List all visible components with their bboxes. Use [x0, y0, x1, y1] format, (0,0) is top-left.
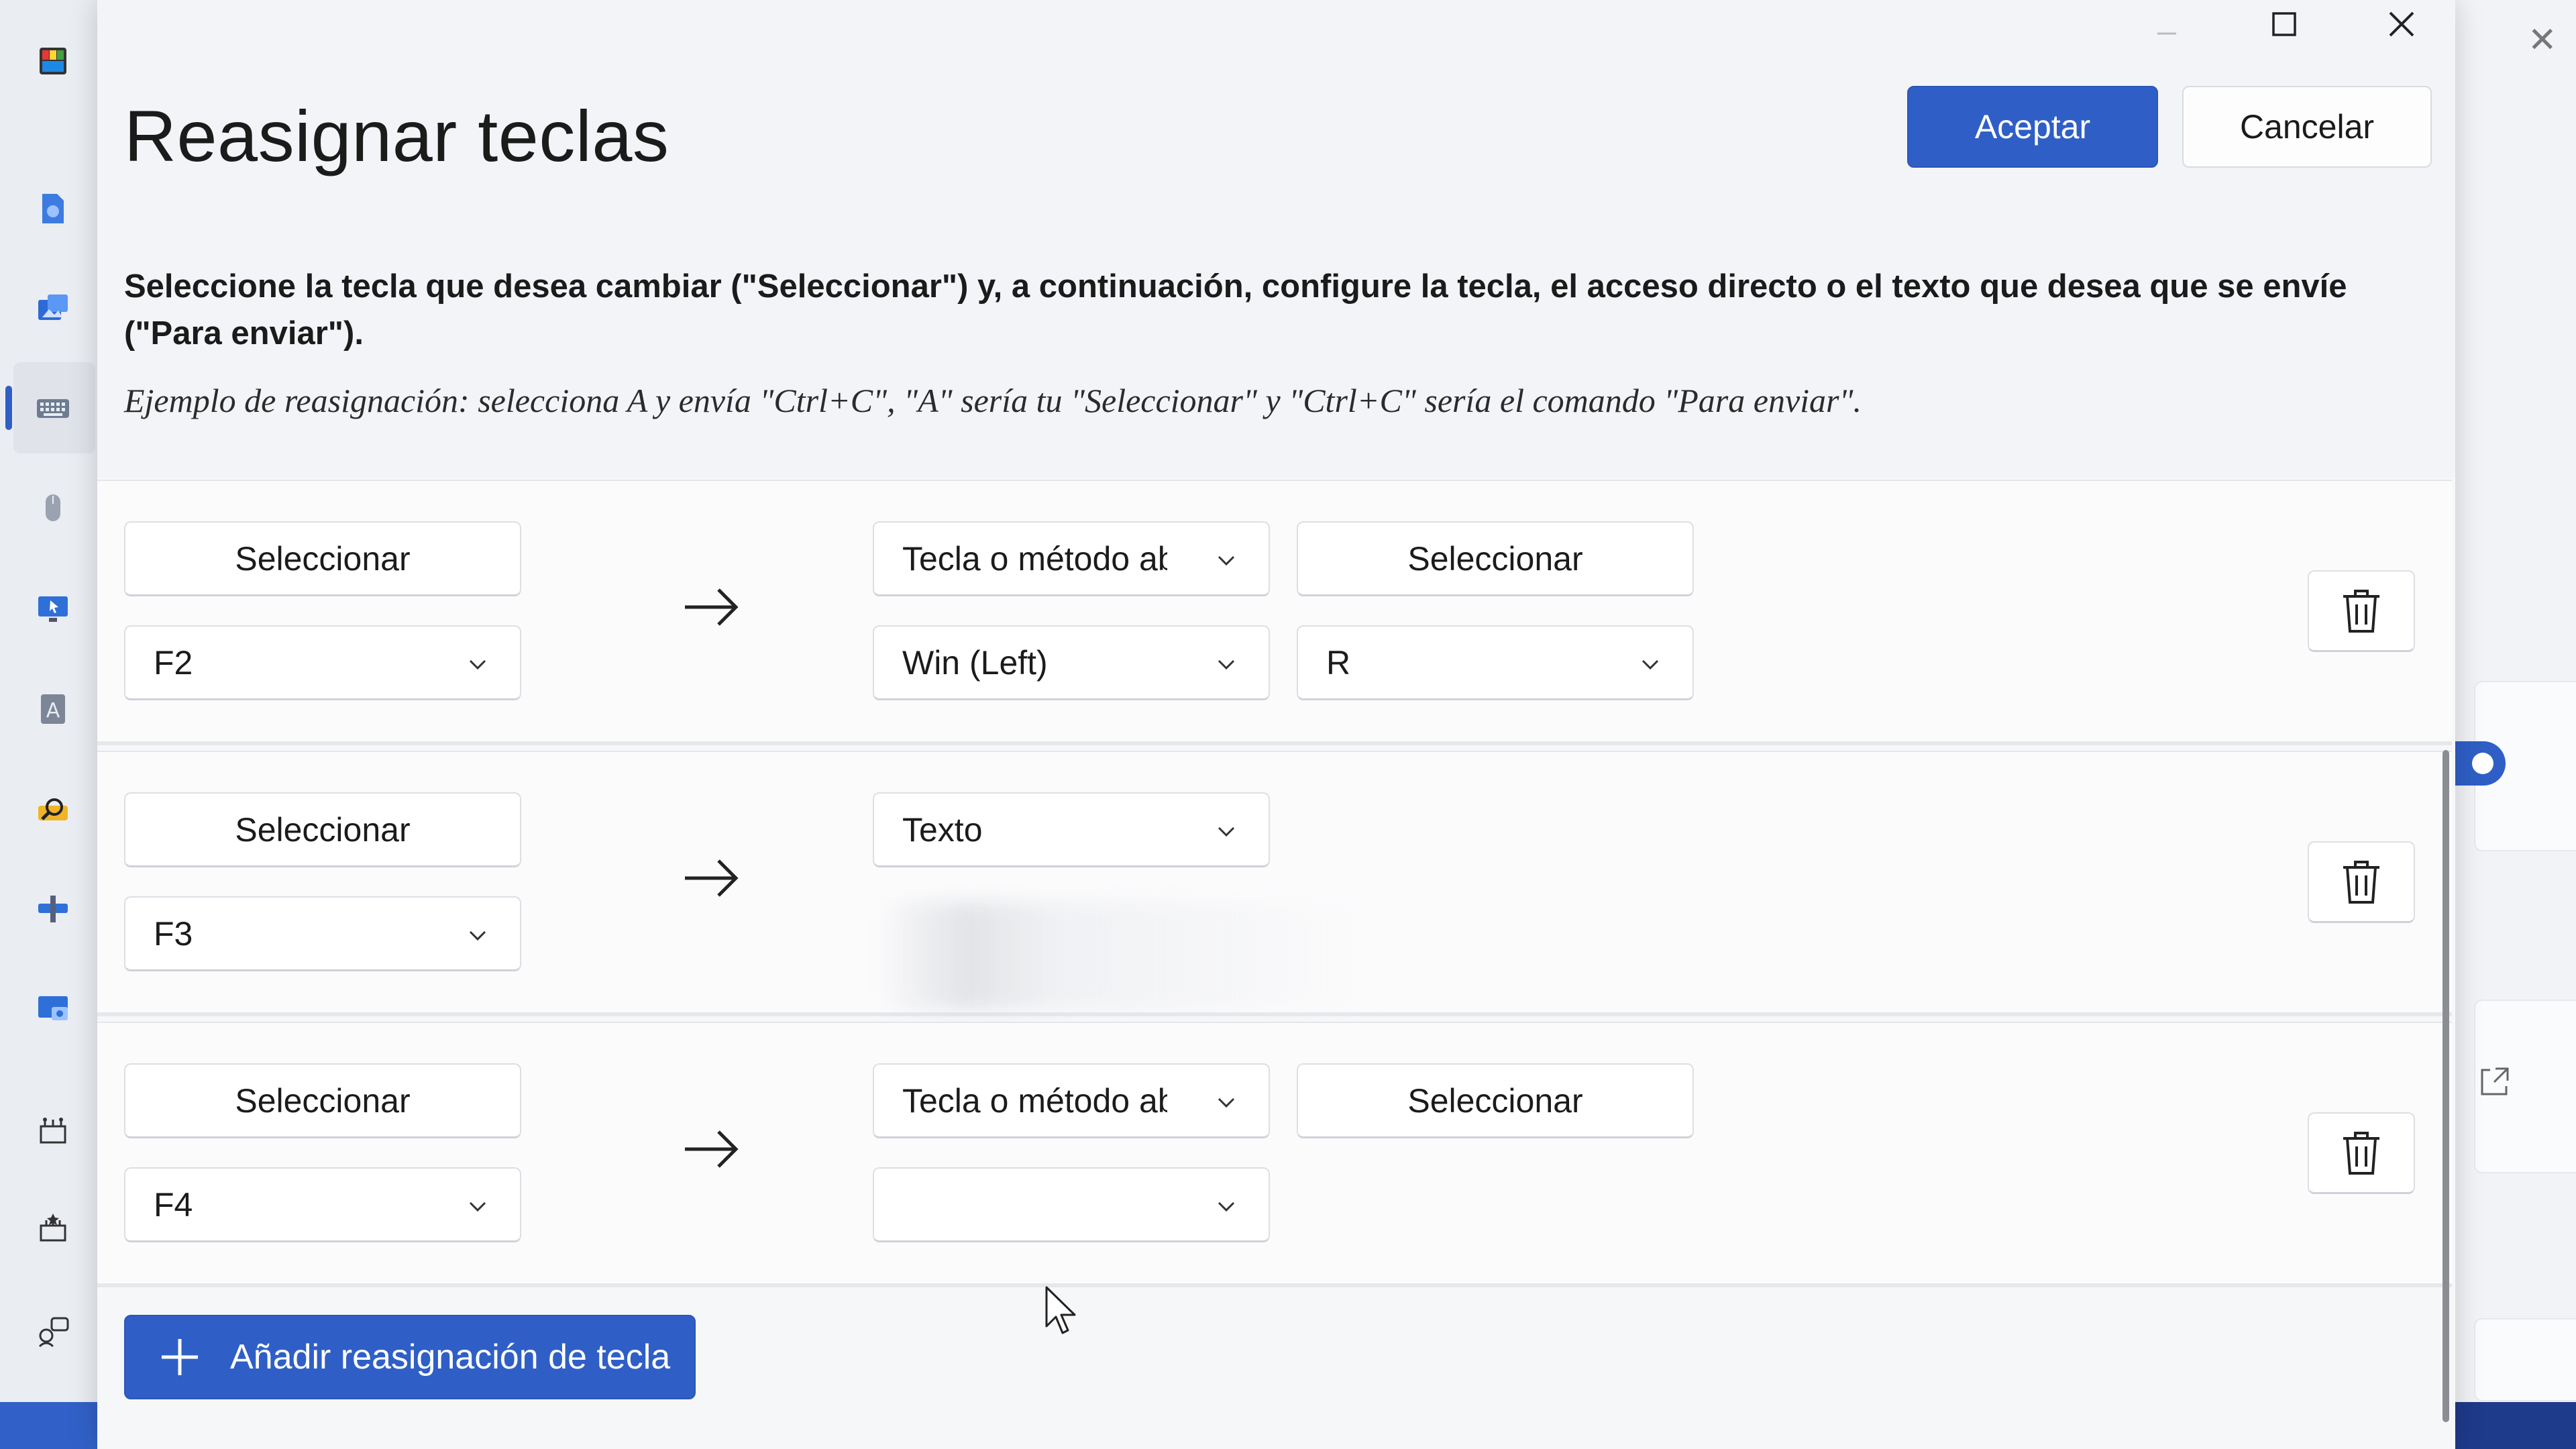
source-key-dropdown[interactable]: F3 — [124, 896, 521, 971]
source-select-button[interactable]: Seleccionar — [124, 1063, 521, 1138]
mouse-without-borders-icon[interactable] — [32, 588, 74, 629]
vertical-scrollbar[interactable] — [2443, 750, 2449, 1422]
action-type-dropdown[interactable]: Tecla o método abreviado — [873, 521, 1270, 596]
image-resizer-icon[interactable] — [32, 288, 74, 330]
chevron-down-icon — [1218, 1201, 1235, 1212]
welcome-icon[interactable] — [32, 1110, 74, 1151]
mouse-utilities-icon[interactable] — [32, 487, 74, 529]
cancel-button[interactable]: Cancelar — [2182, 86, 2432, 168]
chevron-down-icon — [1218, 555, 1235, 566]
dropdown-value: Tecla o método abreviado — [902, 539, 1167, 578]
example-text: Ejemplo de reasignación: selecciona A y … — [124, 382, 1862, 419]
maximize-button[interactable] — [2237, 0, 2331, 48]
svg-text:A: A — [46, 699, 60, 722]
instructions-text: Seleccione la tecla que desea cambiar ("… — [124, 268, 2347, 352]
target-select-button[interactable]: Seleccionar — [1297, 521, 1694, 596]
arrow-right-icon — [685, 859, 739, 897]
dropdown-value: Texto — [902, 810, 983, 849]
plus-icon — [162, 1339, 198, 1375]
action-type-dropdown[interactable]: Tecla o método abreviado — [873, 1063, 1270, 1138]
dropdown-value: F4 — [154, 1185, 193, 1224]
dropdown-value: F2 — [154, 643, 193, 682]
add-remap-label: Añadir reasignación de tecla — [230, 1338, 671, 1377]
source-select-button[interactable]: Seleccionar — [124, 792, 521, 867]
background-card — [2474, 1318, 2576, 1401]
background-settings-window — [2455, 0, 2576, 1449]
text-input-blurred[interactable] — [875, 902, 1385, 1010]
remap-keys-dialog: Reasignar teclas Aceptar Cancelar Selecc… — [97, 0, 2455, 1449]
trash-icon — [2343, 589, 2379, 633]
maximize-icon — [2272, 12, 2296, 36]
remap-row: Seleccionar F2 Tecla o método abreviado … — [97, 480, 2452, 745]
color-picker-icon[interactable] — [32, 40, 74, 82]
target-key-dropdown-1[interactable]: Win (Left) — [873, 625, 1270, 700]
whats-new-icon[interactable] — [32, 1208, 74, 1249]
close-button[interactable] — [2355, 0, 2449, 48]
external-link-icon[interactable] — [2475, 1063, 2513, 1101]
delete-remap-button[interactable] — [2308, 1112, 2415, 1194]
dropdown-value: F3 — [154, 914, 193, 953]
delete-remap-button[interactable] — [2308, 570, 2415, 652]
target-key-dropdown-1[interactable] — [873, 1167, 1270, 1242]
action-type-dropdown[interactable]: Texto — [873, 792, 1270, 867]
minimize-icon — [2157, 32, 2176, 35]
trash-icon — [2343, 860, 2379, 904]
arrow-right-icon — [685, 1130, 739, 1168]
add-remap-button[interactable]: Añadir reasignación de tecla — [124, 1315, 696, 1399]
keyboard-manager-icon[interactable] — [32, 388, 74, 429]
source-key-dropdown[interactable]: F4 — [124, 1167, 521, 1242]
give-feedback-icon[interactable] — [32, 1309, 74, 1351]
dropdown-value: Tecla o método abreviado — [902, 1081, 1167, 1120]
dropdown-value: Win (Left) — [902, 643, 1048, 682]
trash-icon — [2343, 1131, 2379, 1175]
background-toggle-switch[interactable] — [2452, 741, 2506, 786]
file-explorer-addons-icon[interactable] — [32, 188, 74, 229]
chevron-down-icon — [1218, 826, 1235, 837]
chevron-down-icon — [469, 659, 486, 670]
taskbar-left-edge — [0, 1402, 97, 1449]
arrow-right-icon — [685, 588, 739, 626]
powertoys-run-icon[interactable] — [32, 789, 74, 830]
quick-accent-icon[interactable] — [32, 888, 74, 930]
chevron-down-icon — [469, 930, 486, 941]
chevron-down-icon — [1642, 659, 1659, 670]
dropdown-value: R — [1326, 643, 1351, 682]
source-select-button[interactable]: Seleccionar — [124, 521, 521, 596]
app-navigation-rail: A — [0, 0, 97, 1402]
chevron-down-icon — [1218, 1097, 1235, 1108]
remap-row: Seleccionar F4 Tecla o método abreviado … — [97, 1022, 2452, 1287]
power-rename-icon[interactable]: A — [32, 688, 74, 730]
source-key-dropdown[interactable]: F2 — [124, 625, 521, 700]
mouse-cursor-icon — [1045, 1286, 1076, 1334]
background-close-icon[interactable]: ✕ — [2528, 20, 2557, 60]
dialog-title: Reasignar teclas — [124, 95, 669, 176]
accept-button[interactable]: Aceptar — [1907, 86, 2158, 168]
target-select-button[interactable]: Seleccionar — [1297, 1063, 1694, 1138]
chevron-down-icon — [1218, 659, 1235, 670]
close-icon — [2389, 11, 2414, 37]
taskbar-right-edge — [2455, 1402, 2576, 1449]
rail-active-indicator — [5, 386, 12, 430]
screen-ruler-icon[interactable] — [32, 987, 74, 1029]
chevron-down-icon — [469, 1201, 486, 1212]
target-key-dropdown-2[interactable]: R — [1297, 625, 1694, 700]
minimize-button[interactable] — [2120, 0, 2214, 48]
delete-remap-button[interactable] — [2308, 841, 2415, 923]
